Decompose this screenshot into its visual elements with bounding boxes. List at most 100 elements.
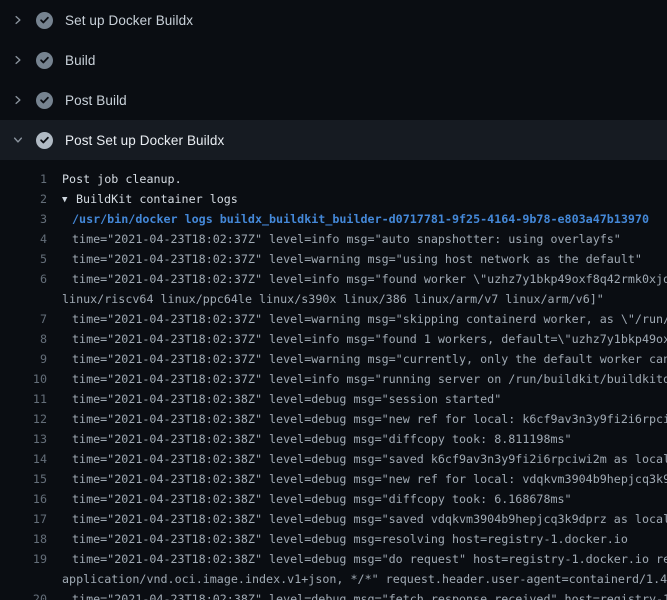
group-expanded-triangle-icon[interactable]: ▼ [62,190,76,209]
log-text-content: time="2021-04-23T18:02:38Z" level=debug … [72,472,667,486]
step-row-set-up-docker-buildx[interactable]: Set up Docker Buildx [0,0,667,40]
log-text-content: time="2021-04-23T18:02:37Z" level=info m… [72,232,621,246]
step-title: Post Set up Docker Buildx [65,133,224,148]
log-text-content: time="2021-04-23T18:02:38Z" level=debug … [72,452,667,466]
log-text-content: time="2021-04-23T18:02:37Z" level=warnin… [72,352,667,366]
log-continuation-line: linux/riscv64 linux/ppc64le linux/s390x … [0,289,667,309]
line-number[interactable]: 3 [0,209,47,229]
log-text: linux/riscv64 linux/ppc64le linux/s390x … [62,289,667,309]
log-text-content: time="2021-04-23T18:02:38Z" level=debug … [72,532,628,546]
log-area: 1 Post job cleanup. 2 ▼BuildKit container l… [0,160,667,600]
log-text-content: time="2021-04-23T18:02:37Z" level=warnin… [72,252,642,266]
step-list: Set up Docker Buildx Build Post Build Post … [0,0,667,160]
log-text-content: time="2021-04-23T18:02:38Z" level=debug … [72,552,667,566]
line-number[interactable]: 11 [0,389,47,409]
actions-log-viewer: Set up Docker Buildx Build Post Build Post … [0,0,667,600]
log-line: 14 time="2021-04-23T18:02:38Z" level=debu… [0,449,667,469]
line-number[interactable]: 2 [0,189,47,209]
line-number [0,569,47,589]
line-number[interactable]: 10 [0,369,47,389]
check-circle-icon [36,12,53,29]
step-title: Post Build [65,93,127,108]
log-line: 19 time="2021-04-23T18:02:38Z" level=debu… [0,549,667,569]
line-number[interactable]: 8 [0,329,47,349]
chevron-right-icon[interactable] [12,14,24,26]
log-text-content: time="2021-04-23T18:02:37Z" level=info m… [72,272,667,286]
log-line: 15 time="2021-04-23T18:02:38Z" level=debu… [0,469,667,489]
log-text-content: linux/riscv64 linux/ppc64le linux/s390x … [62,292,604,306]
line-number[interactable]: 18 [0,529,47,549]
log-text[interactable]: ▼BuildKit container logs [62,189,667,209]
line-number[interactable]: 19 [0,549,47,569]
log-text: /usr/bin/docker logs buildx_buildkit_bui… [62,209,667,229]
log-command-line: 3/usr/bin/docker logs buildx_buildkit_bu… [0,209,667,229]
line-number[interactable]: 4 [0,229,47,249]
log-text: time="2021-04-23T18:02:38Z" level=debug … [62,389,667,409]
log-line: 4 time="2021-04-23T18:02:37Z" level=info … [0,229,667,249]
chevron-down-icon[interactable] [12,134,24,146]
log-text-content: BuildKit container logs [76,192,238,206]
log-text: time="2021-04-23T18:02:37Z" level=warnin… [62,309,667,329]
line-number[interactable]: 7 [0,309,47,329]
step-row-post-set-up-docker-buildx[interactable]: Post Set up Docker Buildx [0,120,667,160]
line-number[interactable]: 16 [0,489,47,509]
line-number[interactable]: 14 [0,449,47,469]
log-text: time="2021-04-23T18:02:37Z" level=warnin… [62,249,667,269]
log-line: 20 time="2021-04-23T18:02:38Z" level=debu… [0,589,667,600]
log-text: time="2021-04-23T18:02:38Z" level=debug … [62,589,667,600]
line-number[interactable]: 17 [0,509,47,529]
log-text-content: time="2021-04-23T18:02:37Z" level=info m… [72,332,667,346]
log-continuation-line: application/vnd.oci.image.index.v1+json,… [0,569,667,589]
log-text: time="2021-04-23T18:02:38Z" level=debug … [62,449,667,469]
log-text-content: time="2021-04-23T18:02:38Z" level=debug … [72,412,667,426]
check-circle-icon [36,92,53,109]
log-line: 16 time="2021-04-23T18:02:38Z" level=debu… [0,489,667,509]
line-number[interactable]: 9 [0,349,47,369]
step-title: Set up Docker Buildx [65,13,193,28]
step-title: Build [65,53,96,68]
line-number[interactable]: 15 [0,469,47,489]
log-line: 17 time="2021-04-23T18:02:38Z" level=debu… [0,509,667,529]
log-text: time="2021-04-23T18:02:38Z" level=debug … [62,549,667,569]
log-text: time="2021-04-23T18:02:38Z" level=debug … [62,409,667,429]
log-line: 7 time="2021-04-23T18:02:37Z" level=warni… [0,309,667,329]
line-number[interactable]: 12 [0,409,47,429]
line-number[interactable]: 20 [0,589,47,600]
log-line: 8 time="2021-04-23T18:02:37Z" level=info … [0,329,667,349]
chevron-right-icon[interactable] [12,54,24,66]
log-line: 13 time="2021-04-23T18:02:38Z" level=debu… [0,429,667,449]
step-row-build[interactable]: Build [0,40,667,80]
line-number[interactable]: 13 [0,429,47,449]
log-text-content: time="2021-04-23T18:02:37Z" level=info m… [72,372,667,386]
log-line: 10 time="2021-04-23T18:02:37Z" level=info… [0,369,667,389]
log-text: time="2021-04-23T18:02:37Z" level=info m… [62,269,667,289]
log-text: time="2021-04-23T18:02:37Z" level=info m… [62,329,667,349]
log-text: time="2021-04-23T18:02:38Z" level=debug … [62,529,667,549]
log-text: Post job cleanup. [62,169,667,189]
log-line: 18 time="2021-04-23T18:02:38Z" level=debu… [0,529,667,549]
log-text-content: time="2021-04-23T18:02:37Z" level=warnin… [72,312,667,326]
log-line: 11 time="2021-04-23T18:02:38Z" level=debu… [0,389,667,409]
log-text: time="2021-04-23T18:02:38Z" level=debug … [62,489,667,509]
log-text-content: time="2021-04-23T18:02:38Z" level=debug … [72,592,667,600]
check-circle-icon [36,132,53,149]
log-text-content: time="2021-04-23T18:02:38Z" level=debug … [72,432,572,446]
step-row-post-build[interactable]: Post Build [0,80,667,120]
chevron-right-icon[interactable] [12,94,24,106]
line-number[interactable]: 6 [0,269,47,289]
line-number[interactable]: 5 [0,249,47,269]
line-number[interactable]: 1 [0,169,47,189]
log-line: 5 time="2021-04-23T18:02:37Z" level=warni… [0,249,667,269]
line-number [0,289,47,309]
log-line: 6 time="2021-04-23T18:02:37Z" level=info … [0,269,667,289]
log-group-line: 2 ▼BuildKit container logs [0,189,667,209]
log-text-content: application/vnd.oci.image.index.v1+json,… [62,572,667,586]
log-text-content: time="2021-04-23T18:02:38Z" level=debug … [72,512,667,526]
log-text: time="2021-04-23T18:02:38Z" level=debug … [62,429,667,449]
log-text: time="2021-04-23T18:02:37Z" level=info m… [62,369,667,389]
log-text: time="2021-04-23T18:02:38Z" level=debug … [62,469,667,489]
log-text: time="2021-04-23T18:02:38Z" level=debug … [62,509,667,529]
log-line: 1 Post job cleanup. [0,169,667,189]
log-text: application/vnd.oci.image.index.v1+json,… [62,569,667,589]
log-text-content: time="2021-04-23T18:02:38Z" level=debug … [72,392,501,406]
